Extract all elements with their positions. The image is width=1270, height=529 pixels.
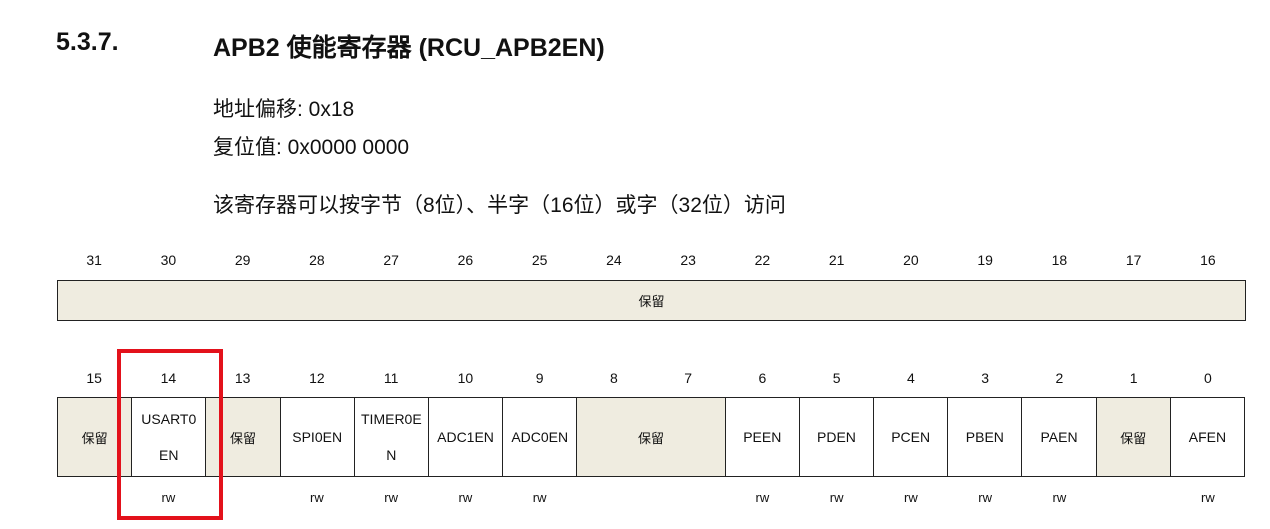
bit-number: 25 [531,252,548,268]
bit-number: 4 [906,370,915,386]
access-type: rw [532,490,547,505]
access-type: rw [310,490,324,505]
access-type [1097,488,1171,508]
field-timer0en-line1: TIMER0E [361,411,422,427]
upper-reserved-field: 保留 [57,280,1246,321]
field-timer0en: TIMER0E N [355,398,429,476]
field-reserved: 保留 [58,398,133,476]
access-note: 该寄存器可以按字节（8位）、半字（16位）或字（32位）访问 [213,194,786,217]
bit-number: 3 [981,370,990,386]
field-pcen: PCEN [874,398,949,476]
bit-number: 9 [535,370,544,386]
field-usart0en-line1: USART0 [141,411,197,427]
bit-number: 29 [234,252,251,268]
register-fields: 保留 USART0 EN 保留 SPI0EN TIMER0E N ADC1EN … [57,397,1245,477]
reserved-label: 保留 [638,294,665,309]
field-timer0en-line2: N [386,447,397,463]
bit-number: 5 [832,370,841,386]
access-type: rw [161,490,176,505]
bit-number: 10 [457,370,474,386]
bit-number: 17 [1125,252,1142,268]
access-type: rw [829,490,844,505]
field-pden: PDEN [800,398,875,476]
field-paen: PAEN [1022,398,1097,476]
lower-bit-numbers: 15 14 13 12 11 10 9 8 7 6 5 4 3 2 1 0 [57,367,1245,389]
field-usart0en-line2: EN [159,447,179,463]
field-spi0en: SPI0EN [281,398,355,476]
field-afen: AFEN [1171,398,1245,476]
bit-number: 19 [977,252,993,268]
field-peen: PEEN [726,398,800,476]
field-reserved: 保留 [206,398,281,476]
bit-number: 27 [383,252,399,268]
bit-number: 2 [1055,370,1064,386]
bit-number: 31 [86,252,102,268]
bit-number: 16 [1200,252,1216,268]
field-pben: PBEN [948,398,1023,476]
bit-number: 30 [160,252,177,268]
bit-number: 28 [309,252,325,268]
bit-number: 20 [903,252,919,268]
bit-number: 1 [1129,370,1138,386]
access-type [651,488,725,508]
bit-number: 6 [758,370,767,386]
field-adc0en: ADC0EN [503,398,578,476]
bit-number: 13 [234,370,251,386]
section-title: APB2 使能寄存器 (RCU_APB2EN) [213,34,605,62]
access-type: rw [1052,490,1067,505]
bit-number: 7 [684,370,693,386]
section-number: 5.3.7. [56,28,119,56]
access-type: rw [384,490,398,505]
bit-number: 14 [160,370,177,386]
field-reserved: 保留 [1096,398,1171,476]
bit-number: 11 [383,370,399,386]
access-row: rw rw rw rw rw rw rw rw rw rw rw [57,488,1245,508]
field-adc1en: ADC1EN [429,398,504,476]
bit-number: 15 [86,370,102,386]
access-type: rw [904,490,918,505]
bit-number: 24 [606,252,622,268]
upper-bit-numbers: 31 30 29 28 27 26 25 24 23 22 21 20 19 1… [57,249,1245,271]
reset-value: 复位值: 0x0000 0000 [213,136,410,159]
field-usart0en: USART0 EN [132,398,207,476]
access-type: rw [755,490,770,505]
field-reserved: 保留 [577,398,726,476]
bit-number: 0 [1203,370,1212,386]
bit-number: 12 [309,370,325,386]
bit-number: 22 [754,252,771,268]
bit-number: 26 [457,252,474,268]
access-type [577,488,651,508]
access-type: rw [458,490,473,505]
access-type [57,488,131,508]
bit-number: 23 [680,252,696,268]
address-offset: 地址偏移: 0x18 [213,98,355,121]
access-type [206,488,280,508]
access-type: rw [978,490,992,505]
bit-number: 8 [609,370,618,386]
bit-number: 21 [828,252,845,268]
access-type: rw [1201,490,1215,505]
bit-number: 18 [1051,252,1068,268]
